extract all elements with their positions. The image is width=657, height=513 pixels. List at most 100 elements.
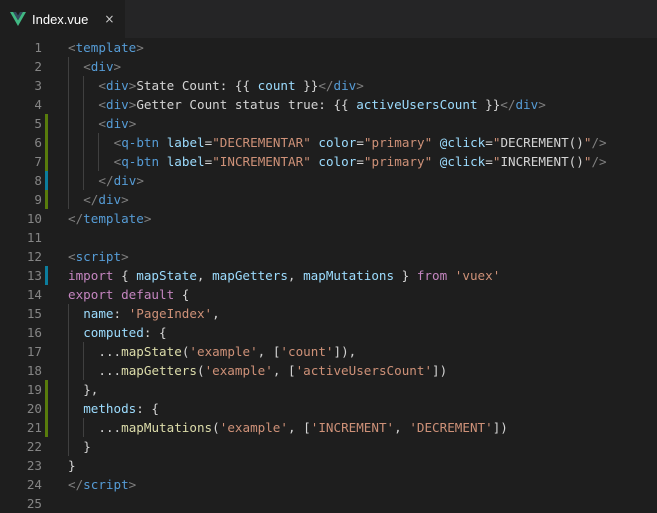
code-token: div — [515, 97, 539, 112]
line-number: 15 — [26, 306, 42, 321]
code-token: 'activeUsersCount' — [295, 363, 433, 378]
code-token: > — [136, 173, 144, 188]
code-token: : — [113, 306, 129, 321]
code-token: , [ — [257, 344, 281, 359]
line-number: 18 — [26, 363, 42, 378]
indent-guide — [83, 361, 85, 380]
git-modified-marker — [45, 133, 48, 152]
code-token: "DECREMENTAR" — [212, 135, 311, 150]
code-token: </ — [68, 211, 84, 226]
code-token: 'PageIndex' — [128, 306, 213, 321]
indent-guide — [68, 114, 69, 133]
code-token: , — [196, 268, 213, 283]
code-line[interactable]: 16 computed: { — [0, 323, 657, 342]
code-token: ( — [212, 420, 220, 435]
code-token: INCREMENT() — [500, 154, 584, 169]
line-number: 12 — [26, 249, 42, 264]
code-token: template — [75, 40, 137, 55]
code-line[interactable]: 23} — [0, 456, 657, 475]
line-number: 1 — [34, 40, 42, 55]
code-line[interactable]: 5 <div> — [0, 114, 657, 133]
code-token: ]) — [492, 420, 508, 435]
editor-tab-bar: Index.vue × — [0, 0, 657, 38]
indent-guide — [68, 380, 69, 399]
code-token: methods — [83, 401, 137, 416]
code-line[interactable]: 24 </script> — [0, 475, 657, 494]
code-token: @click — [439, 135, 486, 150]
code-token: > — [356, 78, 364, 93]
code-token: 'vuex' — [454, 268, 501, 283]
code-line[interactable]: 7 <q-btn label="INCREMENTAR" color="prima… — [0, 152, 657, 171]
indent-guide — [68, 152, 69, 171]
code-content: } — [83, 437, 91, 456]
line-number: 19 — [26, 382, 42, 397]
line-number: 13 — [26, 268, 42, 283]
code-line[interactable]: 13 import { mapState, mapGetters, mapMuta… — [0, 266, 657, 285]
code-line[interactable]: 25 — [0, 494, 657, 513]
code-line[interactable]: 21 ...mapMutations('example', ['INCREMENT… — [0, 418, 657, 437]
line-number: 24 — [26, 477, 42, 492]
close-icon[interactable]: × — [104, 12, 114, 26]
code-token: , [ — [287, 420, 311, 435]
code-line[interactable]: 10 </template> — [0, 209, 657, 228]
code-token: </ — [68, 477, 84, 492]
code-line[interactable]: 12 <script> — [0, 247, 657, 266]
code-line[interactable]: 14 export default { — [0, 285, 657, 304]
code-content: </script> — [68, 475, 136, 494]
code-line[interactable]: 4 <div>Getter Count status true: {{ activ… — [0, 95, 657, 114]
code-line[interactable]: 18 ...mapGetters('example', ['activeUsers… — [0, 361, 657, 380]
line-number: 22 — [26, 439, 42, 454]
indent-guide — [68, 133, 69, 152]
indent-guide — [68, 76, 69, 95]
code-line[interactable]: 3 <div>State Count: {{ count }}</div> — [0, 76, 657, 95]
code-token: ... — [98, 344, 122, 359]
code-line[interactable]: 15 name: 'PageIndex', — [0, 304, 657, 323]
code-line[interactable]: 19}, — [0, 380, 657, 399]
code-token: label — [166, 135, 205, 150]
indent-guide — [68, 323, 69, 342]
code-content: ...mapGetters('example', ['activeUsersCo… — [98, 361, 447, 380]
code-token: div — [105, 97, 129, 112]
code-token: State Count: {{ — [136, 78, 258, 93]
tab-label: Index.vue — [32, 11, 89, 27]
code-token: } — [68, 458, 76, 473]
indent-guide — [68, 418, 69, 437]
code-line[interactable]: 11 — [0, 228, 657, 247]
indent-guide — [68, 95, 69, 114]
code-line[interactable]: 8 </div> — [0, 171, 657, 190]
code-token: > — [121, 192, 129, 207]
code-line[interactable]: 22} — [0, 437, 657, 456]
code-content: <div>Getter Count status true: {{ active… — [98, 95, 545, 114]
code-token: ]), — [333, 344, 357, 359]
code-editor[interactable]: 1 <template> 2 <div> 3 <div>State Count: {{ c… — [0, 38, 657, 511]
code-token: } — [394, 268, 417, 283]
code-line[interactable]: 9 </div> — [0, 190, 657, 209]
code-content: import { mapState, mapGetters, mapMutati… — [68, 266, 500, 285]
code-line[interactable]: 6 <q-btn label="DECREMENTAR" color="prima… — [0, 133, 657, 152]
tab-index-vue[interactable]: Index.vue × — [0, 0, 125, 38]
git-modified-marker — [45, 152, 48, 171]
code-token: 'INCREMENT' — [310, 420, 395, 435]
code-token: /> — [591, 135, 607, 150]
code-token: import — [68, 268, 114, 283]
code-line[interactable]: 1 <template> — [0, 38, 657, 57]
line-number: 3 — [34, 78, 42, 93]
indent-guide — [83, 418, 85, 437]
code-token: count — [257, 78, 296, 93]
code-token: }, — [83, 382, 99, 397]
code-token: > — [538, 97, 546, 112]
code-line[interactable]: 17 ...mapState('example', ['count']), — [0, 342, 657, 361]
code-token: : { — [143, 325, 167, 340]
code-token: > — [128, 116, 137, 131]
code-token: from — [416, 268, 448, 283]
code-token: = — [356, 135, 364, 150]
code-line[interactable]: 2 <div> — [0, 57, 657, 76]
code-line[interactable]: 20 methods: { — [0, 399, 657, 418]
git-modified-marker — [45, 190, 48, 209]
git-added-marker — [45, 171, 48, 190]
indent-guide — [83, 76, 85, 95]
code-token: ... — [98, 420, 122, 435]
